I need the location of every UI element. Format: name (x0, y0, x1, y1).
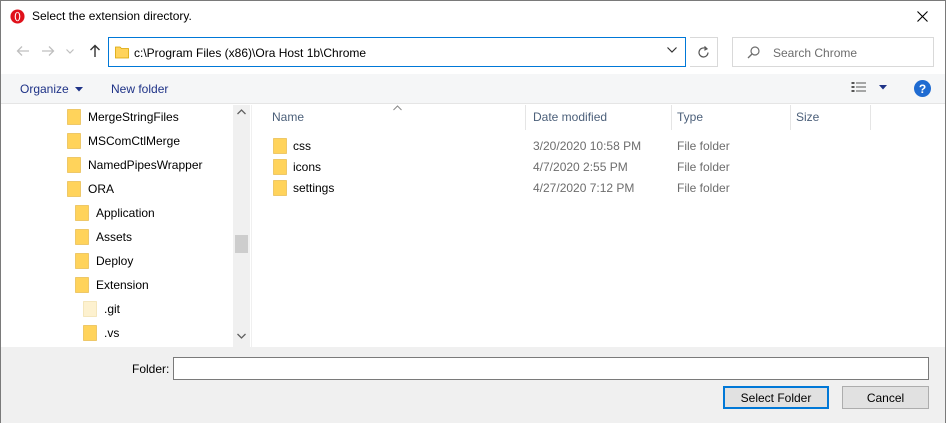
arrow-up-icon (90, 44, 100, 57)
file-row[interactable]: css 3/20/2020 10:58 PM File folder (269, 136, 929, 157)
file-date: 3/20/2020 10:58 PM (533, 139, 642, 153)
help-button[interactable]: ? (914, 80, 931, 97)
tree-item-label: MergeStringFiles (88, 110, 179, 124)
scrollbar-thumb[interactable] (235, 235, 248, 253)
file-type: File folder (677, 160, 730, 174)
tree-item[interactable]: Assets (75, 226, 132, 248)
chevron-down-icon[interactable] (667, 47, 677, 53)
tree-item-label: Assets (96, 230, 133, 244)
column-header-name-label: Name (272, 110, 305, 124)
folder-icon (67, 157, 81, 173)
folder-icon (67, 109, 81, 125)
arrow-right-icon (42, 46, 55, 56)
title-bar: Select the extension directory. (1, 1, 945, 32)
tree-item-label: Deploy (96, 254, 134, 268)
chevron-down-icon (66, 48, 74, 54)
cancel-button[interactable]: Cancel (842, 386, 929, 409)
file-type: File folder (677, 181, 730, 195)
column-header-date-label: Date modified (533, 110, 608, 124)
hidden-folder-icon (83, 301, 97, 317)
up-button[interactable] (85, 39, 105, 63)
tree-item[interactable]: NamedPipesWrapper (67, 154, 203, 176)
folder-icon (115, 46, 129, 59)
tree-item[interactable]: ORA (67, 178, 114, 200)
tree-item[interactable]: MSComCtlMerge (67, 130, 180, 152)
caret-down-icon (879, 84, 887, 89)
folder-icon (273, 180, 287, 196)
folder-field[interactable] (173, 357, 929, 380)
folder-picker-dialog: Select the extension directory. c:\Progr… (0, 0, 946, 423)
address-bar[interactable]: c:\Program Files (x86)\Ora Host 1b\Chrom… (108, 37, 686, 67)
tree-item-label: MSComCtlMerge (88, 134, 181, 148)
tree-item-label: Application (96, 206, 155, 220)
folder-icon (75, 205, 89, 221)
tree-item[interactable]: .vs (83, 322, 119, 344)
tree-item[interactable]: Extension (75, 274, 149, 296)
folder-icon (75, 229, 89, 245)
folder-icon (75, 277, 89, 293)
tree-item-label: .git (104, 302, 121, 316)
new-folder-button[interactable]: New folder (111, 82, 168, 96)
tree-item-label: ORA (88, 182, 115, 196)
search-placeholder: Search Chrome (773, 46, 858, 60)
navigation-pane: MergeStringFiles MSComCtlMerge NamedPipe… (2, 105, 251, 347)
dialog-title: Select the extension directory. (32, 9, 192, 23)
opera-logo-icon (10, 9, 25, 24)
file-type: File folder (677, 139, 730, 153)
search-icon (747, 46, 760, 59)
tree-item-label: .vs (104, 326, 120, 340)
refresh-button[interactable] (690, 37, 718, 67)
search-input[interactable]: Search Chrome (732, 37, 934, 67)
file-name: icons (293, 160, 322, 174)
folder-icon (67, 133, 81, 149)
forward-button[interactable] (38, 39, 58, 63)
column-header-type[interactable]: Type (671, 105, 791, 130)
file-row[interactable]: settings 4/27/2020 7:12 PM File folder (269, 178, 929, 199)
caret-down-icon (74, 86, 83, 91)
command-toolbar: Organize New folder (1, 74, 945, 104)
scroll-up-icon[interactable] (237, 109, 246, 115)
file-row[interactable]: icons 4/7/2020 2:55 PM File folder (269, 157, 929, 178)
tree-item[interactable]: .git (83, 298, 120, 320)
column-header-size-label: Size (796, 110, 820, 124)
address-path[interactable]: c:\Program Files (x86)\Ora Host 1b\Chrom… (134, 46, 366, 60)
pane-divider[interactable] (251, 105, 252, 347)
column-header-row: Name Date modified Type Size (252, 105, 945, 130)
scroll-down-icon[interactable] (237, 333, 246, 339)
folder-icon (273, 138, 287, 154)
file-name: css (293, 139, 311, 153)
tree-item[interactable]: Deploy (75, 250, 133, 272)
change-view-button[interactable] (851, 81, 887, 93)
recent-locations-button[interactable] (63, 39, 77, 63)
folder-icon (83, 325, 97, 341)
organize-label: Organize (20, 82, 69, 96)
back-button[interactable] (13, 39, 33, 63)
close-icon (916, 11, 928, 22)
file-name: settings (293, 181, 335, 195)
column-header-date[interactable]: Date modified (527, 105, 672, 130)
sort-ascending-icon (393, 105, 402, 111)
tree-item-label: Extension (96, 278, 149, 292)
details-view-icon (851, 82, 866, 92)
folder-icon (75, 253, 89, 269)
navigation-pane-scrollbar[interactable] (233, 105, 250, 347)
dialog-footer: Folder: Select Folder Cancel (1, 347, 945, 423)
close-button[interactable] (899, 1, 945, 32)
organize-button[interactable]: Organize (20, 82, 83, 96)
tree-item[interactable]: Application (75, 202, 155, 224)
refresh-icon (698, 45, 709, 58)
tree-item[interactable]: MergeStringFiles (67, 106, 179, 128)
folder-label: Folder: (132, 362, 170, 376)
file-date: 4/27/2020 7:12 PM (533, 181, 635, 195)
column-header-size[interactable]: Size (790, 105, 871, 130)
tree-item-label: NamedPipesWrapper (88, 158, 203, 172)
folder-icon (67, 181, 81, 197)
arrow-left-icon (16, 46, 29, 56)
column-header-type-label: Type (677, 110, 704, 124)
folder-icon (273, 159, 287, 175)
file-date: 4/7/2020 2:55 PM (533, 160, 628, 174)
select-folder-button[interactable]: Select Folder (723, 386, 829, 409)
